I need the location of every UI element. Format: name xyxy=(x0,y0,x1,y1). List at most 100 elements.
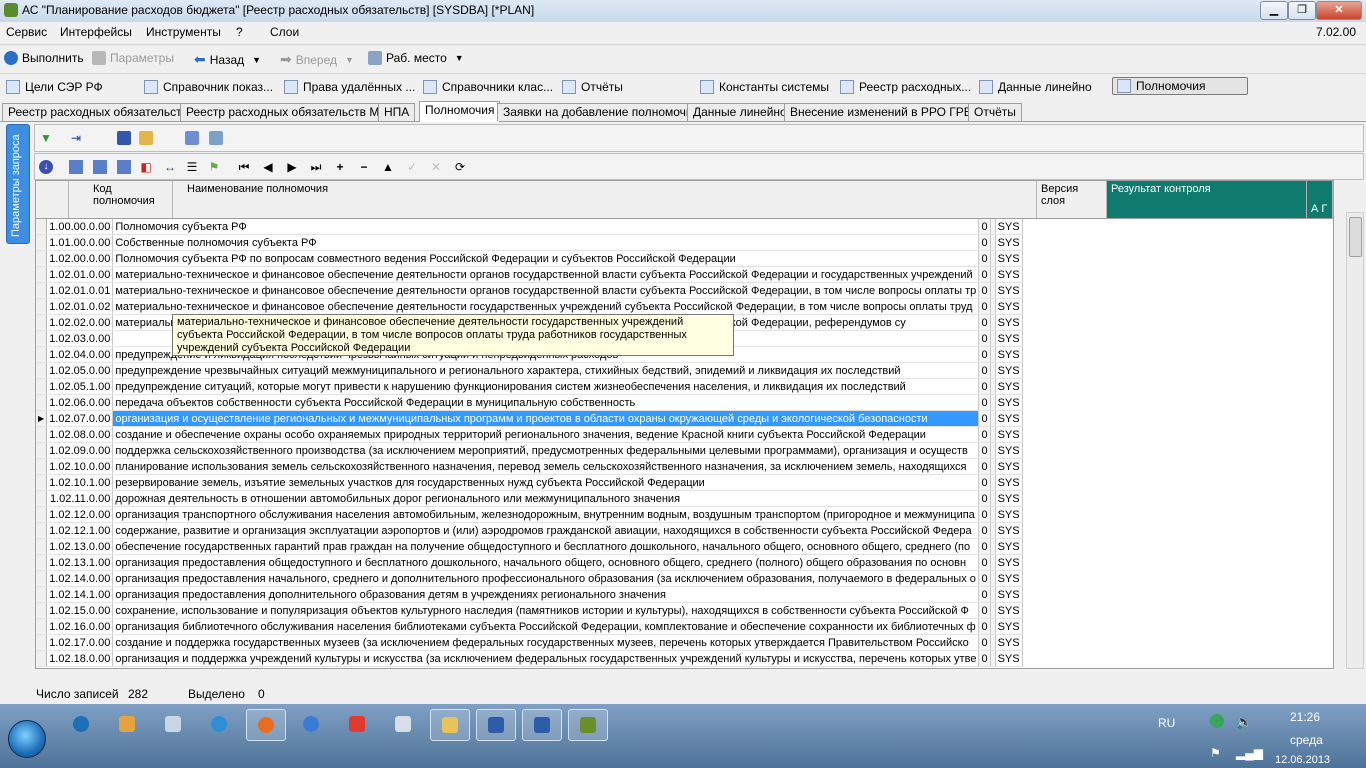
cell-extra[interactable]: SYS xyxy=(995,458,1023,475)
tab-register[interactable]: Реестр расходных обязательств xyxy=(2,103,194,121)
close-button[interactable]: ✕ xyxy=(1316,1,1362,20)
cell-version[interactable]: 0 xyxy=(978,282,991,299)
workspace-button[interactable]: Раб. место ▼ xyxy=(368,51,464,65)
cell-extra[interactable]: SYS xyxy=(995,602,1023,619)
minimize-button[interactable]: ▁ xyxy=(1260,1,1288,20)
cell-version[interactable]: 0 xyxy=(978,378,991,395)
cell-version[interactable]: 0 xyxy=(978,602,991,619)
cell-extra[interactable]: SYS xyxy=(995,474,1023,491)
column-header-result[interactable]: Результат контроля xyxy=(1107,181,1307,218)
cell-extra[interactable]: SYS xyxy=(995,522,1023,539)
folder-open-icon[interactable] xyxy=(139,131,153,145)
clock-time[interactable]: 21:26 xyxy=(1290,710,1320,724)
cell-name[interactable]: организация предоставления общедоступног… xyxy=(112,554,980,571)
row-indicator[interactable] xyxy=(36,586,48,603)
column-header-version[interactable]: Версия слоя xyxy=(1037,181,1107,218)
filter-icon[interactable]: ▼ xyxy=(39,131,53,145)
paste-icon[interactable] xyxy=(209,131,223,145)
cell-extra[interactable]: SYS xyxy=(995,330,1023,347)
table-row[interactable]: 1.02.13.1.00 организация предоставления о… xyxy=(36,554,1023,571)
first-record-icon[interactable]: ⏮ xyxy=(237,160,251,174)
cell-version[interactable]: 0 xyxy=(978,570,991,587)
prev-record-icon[interactable]: ◀ xyxy=(261,160,275,174)
row-indicator[interactable] xyxy=(36,378,48,395)
table-row[interactable]: 1.02.05.0.00 предупреждение чрезвычайных … xyxy=(36,362,1023,379)
tab-authorities[interactable]: Полномочия xyxy=(419,101,501,122)
row-indicator[interactable] xyxy=(36,650,48,667)
cell-name[interactable]: Полномочия субъекта РФ по вопросам совме… xyxy=(112,250,980,267)
table-row[interactable]: 1.02.14.0.00 организация предоставления н… xyxy=(36,570,1023,587)
cell-extra[interactable]: SYS xyxy=(995,442,1023,459)
cell-code[interactable]: 1.02.11.0.00 xyxy=(46,490,114,507)
start-button[interactable] xyxy=(8,720,46,758)
menu-help[interactable]: ? xyxy=(236,25,243,39)
taskbar-app-folder[interactable] xyxy=(430,709,470,741)
cell-code[interactable]: 1.02.10.0.00 xyxy=(46,458,114,475)
cell-name[interactable]: предупреждение чрезвычайных ситуаций меж… xyxy=(112,362,980,379)
cell-name[interactable]: организация библиотечного обслуживания н… xyxy=(112,618,980,635)
cell-version[interactable]: 0 xyxy=(978,650,991,667)
cell-version[interactable]: 0 xyxy=(978,426,991,443)
cell-code[interactable]: 1.02.00.0.00 xyxy=(46,250,114,267)
taskbar-app-ie[interactable] xyxy=(200,709,238,739)
cell-name[interactable]: организация и поддержка учреждений культ… xyxy=(112,650,980,667)
cell-version[interactable]: 0 xyxy=(978,586,991,603)
table-row[interactable]: 1.02.08.0.00 создание и обеспечение охран… xyxy=(36,426,1023,443)
row-indicator[interactable] xyxy=(36,234,48,251)
column-header-code[interactable]: Код полномочия xyxy=(69,181,173,218)
cell-extra[interactable]: SYS xyxy=(995,298,1023,315)
row-indicator[interactable] xyxy=(36,282,48,299)
grid-export-icon[interactable] xyxy=(117,160,131,174)
table-row[interactable]: 1.02.16.0.00 организация библиотечного об… xyxy=(36,618,1023,635)
table-row[interactable]: 1.02.13.0.00 обеспечение государственных … xyxy=(36,538,1023,555)
cell-version[interactable]: 0 xyxy=(978,250,991,267)
cell-code[interactable]: 1.02.01.0.01 xyxy=(46,282,114,299)
list-icon[interactable]: ☰ xyxy=(185,160,199,174)
cell-code[interactable]: 1.02.13.0.00 xyxy=(46,538,114,555)
cell-extra[interactable]: SYS xyxy=(995,618,1023,635)
delete-record-icon[interactable]: − xyxy=(357,160,371,174)
cell-extra[interactable]: SYS xyxy=(995,410,1023,427)
table-row[interactable]: 1.02.14.1.00 организация предоставления д… xyxy=(36,586,1023,603)
run-button[interactable]: Выполнить xyxy=(4,51,84,65)
taskbar-app-word[interactable] xyxy=(476,709,516,741)
taskbar-app-mail[interactable] xyxy=(384,709,422,739)
tab-requests[interactable]: Заявки на добавление полномочий xyxy=(497,103,706,121)
cell-name[interactable]: передача объектов собственности субъекта… xyxy=(112,394,980,411)
params-button[interactable]: Параметры xyxy=(92,51,174,65)
cell-extra[interactable]: SYS xyxy=(995,234,1023,251)
row-indicator[interactable] xyxy=(36,538,48,555)
language-indicator[interactable]: RU xyxy=(1158,716,1175,730)
cell-code[interactable]: 1.02.12.0.00 xyxy=(46,506,114,523)
copy-icon[interactable] xyxy=(185,131,199,145)
cell-name[interactable]: организация предоставления начального, с… xyxy=(112,570,980,587)
tab-changes[interactable]: Внесение изменений в РРО ГРБС xyxy=(784,103,987,121)
row-indicator[interactable] xyxy=(36,394,48,411)
taskbar-app-word-2[interactable] xyxy=(522,709,562,741)
tree-icon[interactable]: ⚑ xyxy=(207,160,221,174)
cell-extra[interactable]: SYS xyxy=(995,394,1023,411)
signal-icon[interactable]: ▂▄▆ xyxy=(1236,746,1263,760)
cell-name[interactable]: предупреждение ситуаций, которые могут п… xyxy=(112,378,980,395)
cell-version[interactable]: 0 xyxy=(978,634,991,651)
cell-code[interactable]: 1.02.07.0.00 xyxy=(46,410,114,427)
cell-code[interactable]: 1.02.06.0.00 xyxy=(46,394,114,411)
cell-extra[interactable]: SYS xyxy=(995,570,1023,587)
table-row[interactable]: 1.02.12.0.00 организация транспортного об… xyxy=(36,506,1023,523)
row-indicator[interactable] xyxy=(36,634,48,651)
cell-version[interactable]: 0 xyxy=(978,266,991,283)
row-indicator[interactable] xyxy=(36,314,48,331)
row-indicator[interactable] xyxy=(36,219,48,235)
quicklink[interactable]: Данные линейно xyxy=(979,80,1092,94)
cell-code[interactable]: 1.02.16.0.00 xyxy=(46,618,114,635)
cell-version[interactable]: 0 xyxy=(978,474,991,491)
table-row[interactable]: 1.02.17.0.00 создание и поддержка государ… xyxy=(36,634,1023,651)
cell-name[interactable]: организация предоставления дополнительно… xyxy=(112,586,980,603)
cell-version[interactable]: 0 xyxy=(978,219,991,235)
cell-code[interactable]: 1.02.02.0.00 xyxy=(46,314,114,331)
edit-record-icon[interactable]: ▲ xyxy=(381,160,395,174)
cell-extra[interactable]: SYS xyxy=(995,538,1023,555)
cell-name[interactable]: материально-техническое и финансовое обе… xyxy=(112,282,980,299)
cell-code[interactable]: 1.02.10.1.00 xyxy=(46,474,114,491)
taskbar-app-opera[interactable] xyxy=(292,709,330,739)
